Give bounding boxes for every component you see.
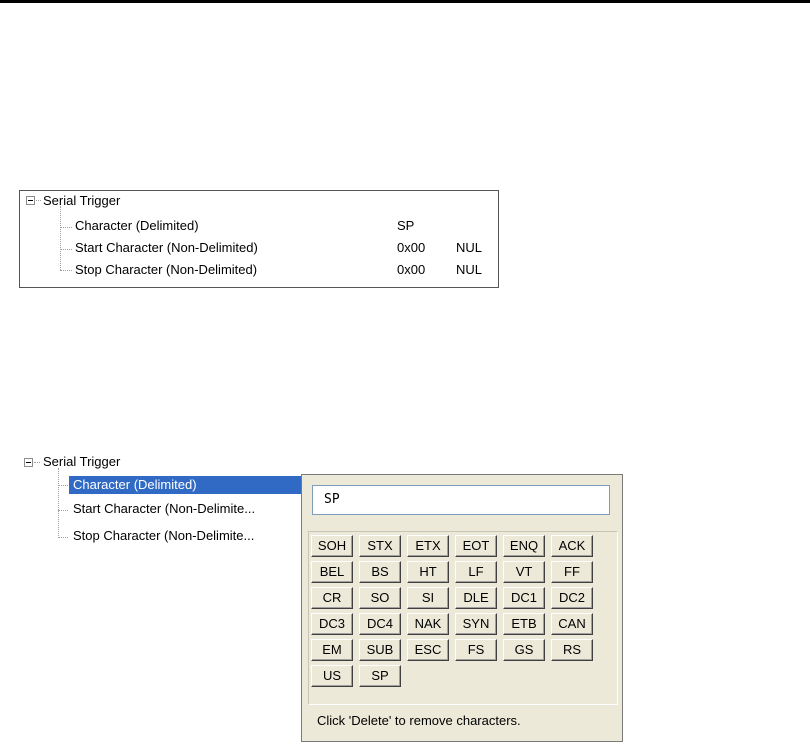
collapse-icon[interactable]	[24, 458, 33, 467]
page-top-rule	[0, 0, 810, 3]
tree-connector	[58, 468, 59, 538]
key-ack[interactable]: ACK	[551, 535, 593, 557]
key-ff[interactable]: FF	[551, 561, 593, 583]
key-dc2[interactable]: DC2	[551, 587, 593, 609]
key-us[interactable]: US	[311, 665, 353, 687]
serial-trigger-tree-panel: Serial Trigger Character (Delimited) SP …	[19, 190, 499, 288]
key-fs[interactable]: FS	[455, 639, 497, 661]
key-ht[interactable]: HT	[407, 561, 449, 583]
key-gs[interactable]: GS	[503, 639, 545, 661]
key-nak[interactable]: NAK	[407, 613, 449, 635]
tree-item-char-name: NUL	[456, 262, 483, 277]
key-lf[interactable]: LF	[455, 561, 497, 583]
key-enq[interactable]: ENQ	[503, 535, 545, 557]
tree-connector	[36, 200, 41, 201]
key-soh[interactable]: SOH	[311, 535, 353, 557]
key-dc3[interactable]: DC3	[311, 613, 353, 635]
key-em[interactable]: EM	[311, 639, 353, 661]
tree-connector	[60, 249, 72, 250]
key-stx[interactable]: STX	[359, 535, 401, 557]
tree-connector	[60, 270, 72, 271]
tree-item-stop-character[interactable]: Stop Character (Non-Delimite...	[73, 528, 254, 544]
tree-root-label[interactable]: Serial Trigger	[43, 454, 120, 470]
key-eot[interactable]: EOT	[455, 535, 497, 557]
tree-item-character-delimited-selected[interactable]: Character (Delimited)	[69, 476, 301, 494]
tree-connector	[58, 485, 68, 486]
tree-item-value: 0x00	[397, 240, 426, 255]
tree-connector	[34, 462, 40, 463]
key-dle[interactable]: DLE	[455, 587, 497, 609]
control-character-grid: SOH STX ETX EOT ENQ ACK BEL BS HT LF VT FF CR SO SI DLE…	[308, 531, 618, 705]
tree-connector	[60, 227, 72, 228]
character-picker-popup: SP SOH STX ETX EOT ENQ ACK BEL BS HT LF VT FF CR SO SI…	[301, 474, 623, 742]
key-dc1[interactable]: DC1	[503, 587, 545, 609]
tree-item-value: 0x00	[397, 262, 426, 277]
key-si[interactable]: SI	[407, 587, 449, 609]
collapse-icon[interactable]	[26, 196, 35, 205]
tree-item-stop-character[interactable]: Stop Character (Non-Delimited)	[75, 262, 257, 278]
tree-item-char-name: NUL	[456, 240, 483, 255]
key-etx[interactable]: ETX	[407, 535, 449, 557]
key-esc[interactable]: ESC	[407, 639, 449, 661]
key-dc4[interactable]: DC4	[359, 613, 401, 635]
character-input[interactable]: SP	[312, 485, 610, 515]
key-rs[interactable]: RS	[551, 639, 593, 661]
key-bel[interactable]: BEL	[311, 561, 353, 583]
tree-item-start-character[interactable]: Start Character (Non-Delimite...	[73, 501, 255, 517]
tree-item-character-delimited[interactable]: Character (Delimited)	[75, 218, 199, 234]
tree-item-value: SP	[397, 218, 415, 233]
tree-item-label: Character (Delimited)	[73, 477, 197, 492]
key-sp[interactable]: SP	[359, 665, 401, 687]
tree-connector	[58, 510, 68, 511]
key-sub[interactable]: SUB	[359, 639, 401, 661]
key-etb[interactable]: ETB	[503, 613, 545, 635]
tree-root-label[interactable]: Serial Trigger	[43, 193, 120, 209]
key-vt[interactable]: VT	[503, 561, 545, 583]
key-syn[interactable]: SYN	[455, 613, 497, 635]
key-so[interactable]: SO	[359, 587, 401, 609]
key-can[interactable]: CAN	[551, 613, 593, 635]
tree-item-start-character[interactable]: Start Character (Non-Delimited)	[75, 240, 258, 256]
key-bs[interactable]: BS	[359, 561, 401, 583]
tree-connector	[60, 206, 61, 270]
tree-connector	[58, 537, 68, 538]
picker-hint-text: Click 'Delete' to remove characters.	[317, 713, 521, 728]
key-cr[interactable]: CR	[311, 587, 353, 609]
